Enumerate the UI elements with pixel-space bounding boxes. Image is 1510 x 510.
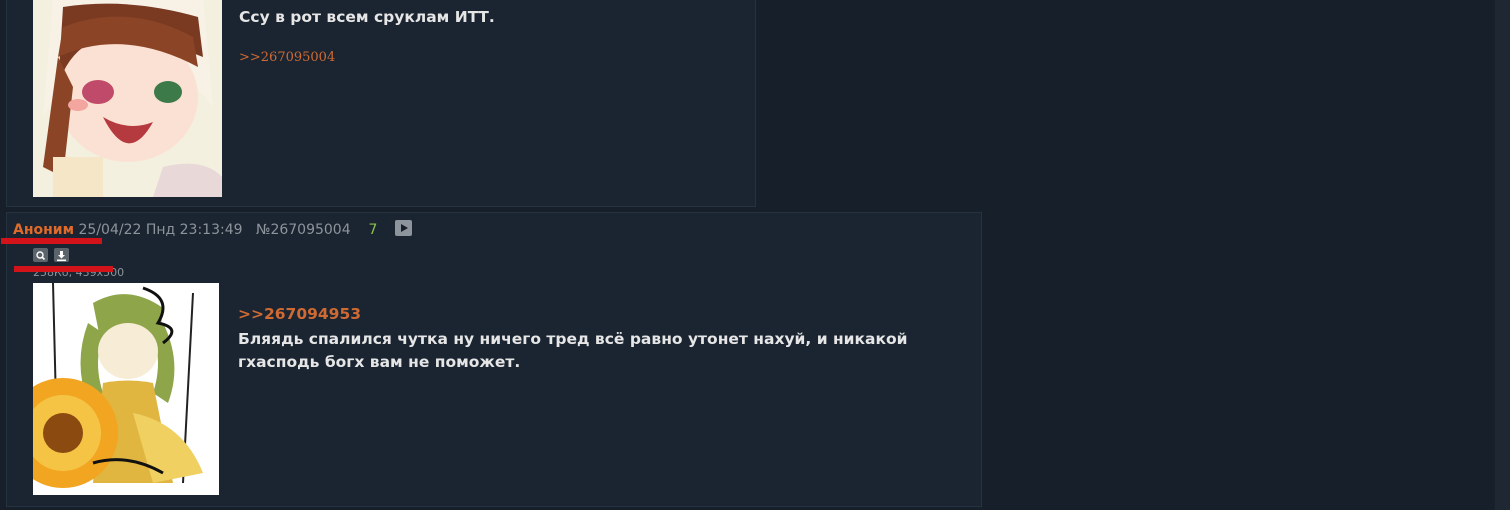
scrollbar-track[interactable] <box>1495 0 1510 510</box>
post-text-line: гхасподь богх вам не поможет. <box>238 353 521 371</box>
reply-link[interactable]: >>267095004 <box>239 50 335 65</box>
post-thumbnail[interactable] <box>33 283 219 495</box>
reply-count[interactable]: 7 <box>368 222 377 238</box>
post-header: Аноним 25/04/22 Пнд 23:13:49 №267095004 … <box>13 220 413 238</box>
post-text: Ссу в рот всем сруклам ИТТ. <box>239 8 495 26</box>
post-card: Ссу в рот всем сруклам ИТТ. >>267095004 <box>6 0 756 207</box>
post-card: Аноним 25/04/22 Пнд 23:13:49 №267095004 … <box>6 212 982 507</box>
red-underline-mark <box>1 238 102 244</box>
red-underline-mark <box>14 266 113 272</box>
author-name: Аноним <box>13 222 75 238</box>
reply-link[interactable]: >>267094953 <box>238 305 361 323</box>
download-icon[interactable] <box>54 248 69 262</box>
search-icon[interactable] <box>33 248 48 262</box>
post-number[interactable]: №267095004 <box>256 222 351 238</box>
post-thumbnail[interactable] <box>33 0 222 197</box>
post-text-line: Бляядь спалился чутка ну ничего тред всё… <box>238 330 908 348</box>
post-datetime: 25/04/22 Пнд 23:13:49 <box>78 222 243 238</box>
play-icon[interactable] <box>395 220 413 236</box>
